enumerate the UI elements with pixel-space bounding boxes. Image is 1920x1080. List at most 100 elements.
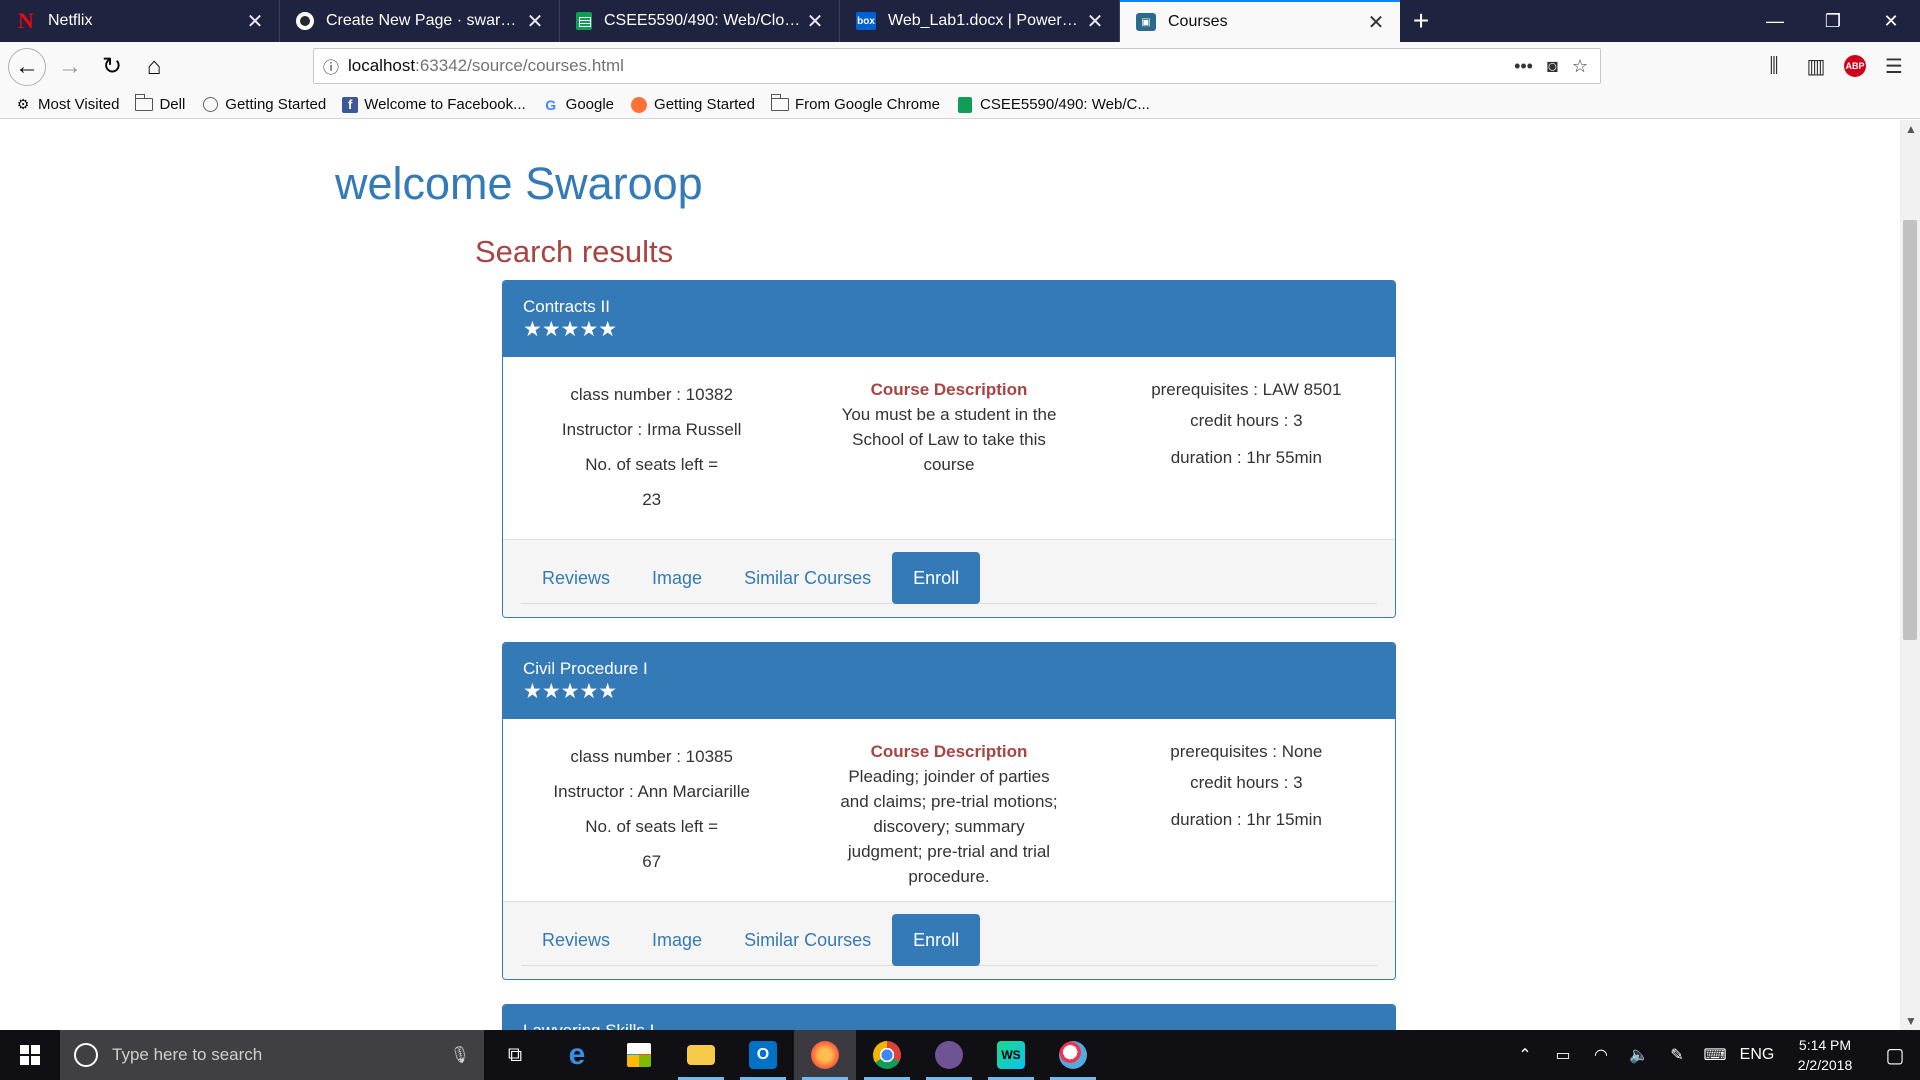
course-title: Civil Procedure I: [523, 659, 648, 678]
wifi-icon[interactable]: ◠: [1582, 1045, 1620, 1065]
window-controls: — ❐ ✕: [1746, 0, 1920, 42]
bookmark-label: Getting Started: [225, 96, 327, 113]
close-icon[interactable]: ✕: [805, 9, 825, 34]
box-icon: box: [856, 12, 876, 30]
pocket-icon[interactable]: ◙: [1547, 56, 1558, 77]
course-description: Pleading; joinder of parties and claims;…: [840, 767, 1058, 886]
sidebar-icon[interactable]: ▥: [1802, 50, 1830, 82]
clock-time: 5:14 PM: [1798, 1037, 1852, 1053]
firefox-icon: [811, 1041, 839, 1069]
bookmark-getting-started-firefox[interactable]: Getting Started: [630, 96, 755, 113]
restore-button[interactable]: ❐: [1804, 0, 1862, 42]
bookmark-most-visited[interactable]: ⚙ Most Visited: [14, 96, 120, 113]
gear-icon: ⚙: [16, 96, 30, 112]
clock-date: 2/2/2018: [1797, 1057, 1853, 1073]
bookmark-google[interactable]: G Google: [542, 96, 614, 113]
course-description-column: Course Description You must be a student…: [800, 377, 1097, 539]
taskbar-webstorm[interactable]: WS: [980, 1030, 1042, 1080]
courses-icon: ▣: [1136, 13, 1156, 31]
seats-label: No. of seats left =: [585, 455, 719, 474]
task-view-button[interactable]: ⧉: [484, 1030, 546, 1080]
duration: duration : 1hr 55min: [1170, 448, 1322, 467]
close-window-button[interactable]: ✕: [1862, 0, 1920, 42]
tab-sheets[interactable]: CSEE5590/490: Web/Cloud/Mo ✕: [560, 0, 840, 42]
notification-icon[interactable]: ▢: [1870, 1043, 1920, 1068]
address-bar[interactable]: ⓘ localhost:63342/source/courses.html ••…: [313, 48, 1601, 84]
tab-image[interactable]: Image: [631, 552, 723, 604]
clock[interactable]: 5:14 PM 2/2/2018: [1780, 1035, 1870, 1075]
volume-icon[interactable]: 🔈: [1620, 1045, 1658, 1065]
tab-github[interactable]: Create New Page · swaroop832 ✕: [280, 0, 560, 42]
system-tray: ⌃ ▭ ◠ 🔈 ✎ ⌨ ENG 5:14 PM 2/2/2018 ▢: [1506, 1030, 1920, 1080]
scroll-up-icon[interactable]: ▲: [1905, 122, 1917, 136]
taskbar-paint[interactable]: [1042, 1030, 1104, 1080]
back-button[interactable]: ←: [8, 47, 46, 86]
start-button[interactable]: [0, 1030, 60, 1080]
taskbar-chrome[interactable]: [856, 1030, 918, 1080]
folder-icon: [770, 94, 789, 111]
close-icon[interactable]: ✕: [525, 9, 545, 34]
search-placeholder: Type here to search: [112, 1045, 263, 1064]
minimize-button[interactable]: —: [1746, 0, 1804, 42]
taskbar-outlook[interactable]: O: [732, 1030, 794, 1080]
scrollbar-thumb[interactable]: [1903, 220, 1917, 640]
reload-button[interactable]: ↻: [94, 49, 130, 85]
bookmark-dell[interactable]: Dell: [135, 94, 185, 113]
battery-icon[interactable]: ▭: [1544, 1045, 1582, 1065]
close-icon[interactable]: ✕: [245, 9, 265, 34]
taskbar-store[interactable]: [608, 1030, 670, 1080]
search-results-heading: Search results: [475, 234, 674, 269]
taskbar-edge[interactable]: e: [546, 1030, 608, 1080]
scroll-down-icon[interactable]: ▼: [1905, 1014, 1917, 1028]
taskbar-github-desktop[interactable]: [918, 1030, 980, 1080]
tab-similar-courses[interactable]: Similar Courses: [723, 914, 892, 966]
bookmark-facebook[interactable]: f Welcome to Facebook...: [342, 96, 526, 113]
course-card-body: class number : 10385 Instructor : Ann Ma…: [503, 719, 1395, 901]
keyboard-icon[interactable]: ⌨: [1696, 1045, 1734, 1065]
taskbar-search[interactable]: Type here to search 🎙: [60, 1030, 484, 1080]
close-icon[interactable]: ✕: [1085, 9, 1105, 34]
tab-enroll[interactable]: Enroll: [892, 552, 981, 604]
course-card-header: Contracts II ★★★★★: [503, 281, 1395, 357]
netflix-icon: N: [18, 8, 34, 33]
chrome-icon: [873, 1041, 901, 1069]
tab-reviews[interactable]: Reviews: [521, 914, 631, 966]
home-button[interactable]: ⌂: [136, 49, 172, 85]
tab-enroll[interactable]: Enroll: [892, 914, 981, 966]
tab-title: Web_Lab1.docx | Powered by B: [888, 12, 1085, 29]
folder-icon: [135, 94, 154, 111]
close-icon[interactable]: ✕: [1366, 10, 1386, 35]
microphone-icon[interactable]: 🎙: [450, 1045, 470, 1065]
prerequisites: prerequisites : None: [1170, 742, 1323, 761]
taskbar-firefox[interactable]: [794, 1030, 856, 1080]
bookmark-getting-started[interactable]: Getting Started: [201, 96, 326, 113]
tab-courses[interactable]: ▣ Courses ✕: [1120, 0, 1400, 42]
language-indicator[interactable]: ENG: [1734, 1046, 1780, 1064]
page-actions-icon[interactable]: •••: [1514, 56, 1533, 77]
tab-image[interactable]: Image: [631, 914, 723, 966]
tab-netflix[interactable]: N Netflix ✕: [0, 0, 280, 42]
info-icon[interactable]: ⓘ: [314, 54, 348, 78]
tab-similar-courses[interactable]: Similar Courses: [723, 552, 892, 604]
google-sheets-icon: [958, 96, 972, 113]
pen-icon[interactable]: ✎: [1658, 1045, 1696, 1065]
forward-button[interactable]: →: [52, 49, 88, 85]
menu-icon[interactable]: ☰: [1880, 50, 1908, 82]
chevron-up-icon[interactable]: ⌃: [1506, 1045, 1544, 1065]
course-card-header: Civil Procedure I ★★★★★: [503, 643, 1395, 719]
taskbar-file-explorer[interactable]: [670, 1030, 732, 1080]
tab-box[interactable]: box Web_Lab1.docx | Powered by B ✕: [840, 0, 1120, 42]
page-scrollbar[interactable]: ▲ ▼: [1900, 120, 1920, 1030]
bookmark-from-chrome[interactable]: From Google Chrome: [770, 94, 940, 113]
course-card: Lawyering Skills I: [502, 1004, 1396, 1030]
course-title: Contracts II: [523, 297, 610, 316]
tab-title: Create New Page · swaroop832: [326, 12, 525, 29]
adblock-plus-icon[interactable]: ABP: [1844, 55, 1866, 77]
library-icon[interactable]: ⫼: [1760, 50, 1788, 82]
course-tabs: Reviews Image Similar Courses Enroll: [521, 552, 1377, 604]
star-icon[interactable]: ☆: [1572, 56, 1588, 77]
new-tab-button[interactable]: +: [1400, 0, 1442, 42]
tab-reviews[interactable]: Reviews: [521, 552, 631, 604]
url-actions: ••• ◙ ☆: [1514, 56, 1600, 77]
bookmark-csee[interactable]: CSEE5590/490: Web/C...: [956, 96, 1150, 113]
